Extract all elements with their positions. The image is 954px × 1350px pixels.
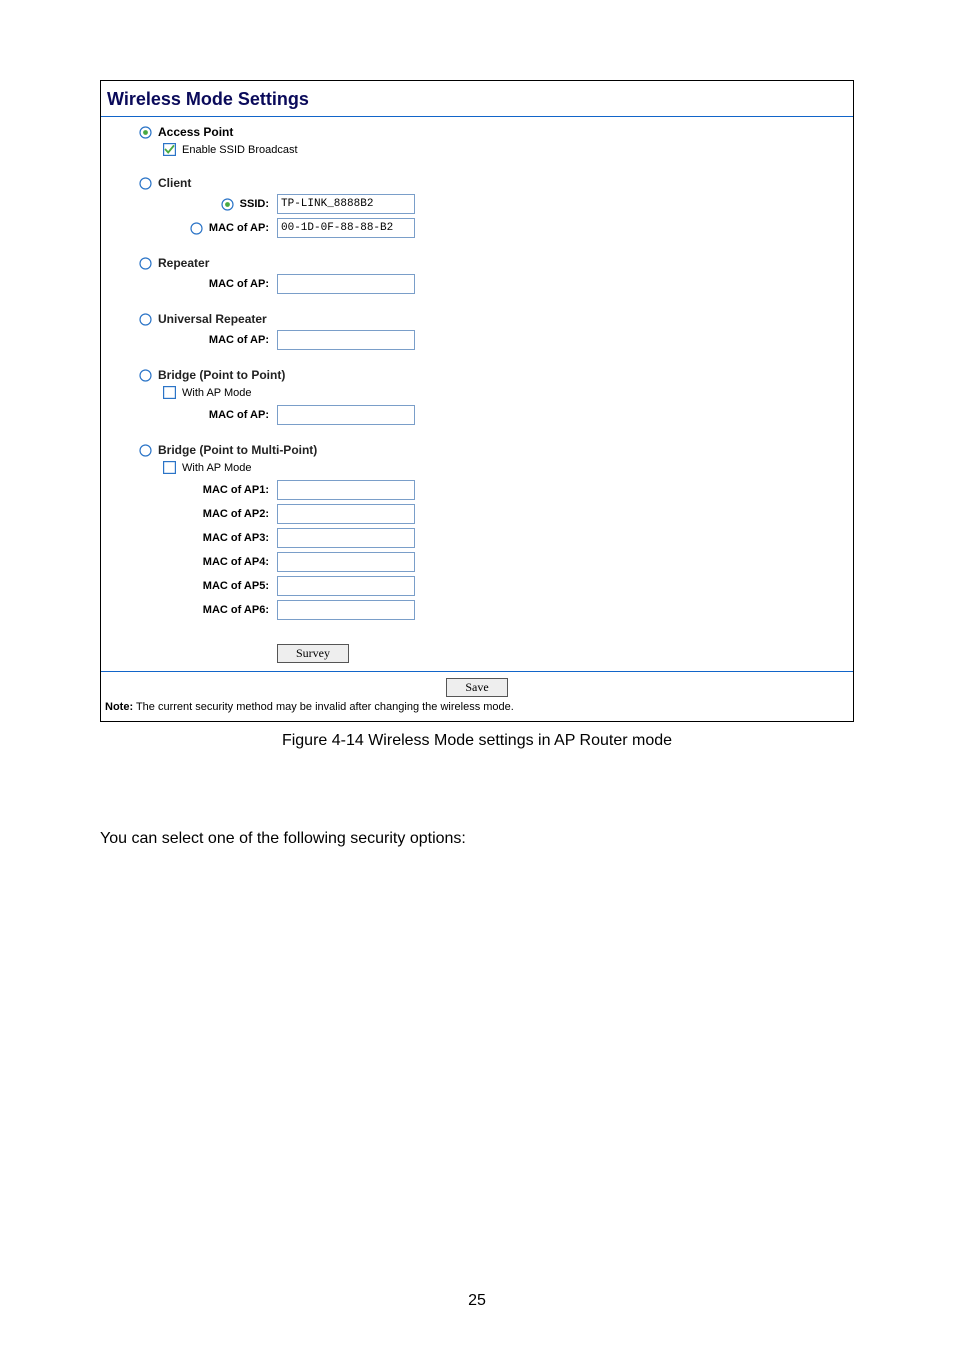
bridge-p2mp-with-ap-mode-label[interactable]: With AP Mode (182, 462, 252, 474)
check-on-icon[interactable] (163, 143, 176, 156)
wireless-mode-settings-panel: Wireless Mode Settings Access Point Enab… (100, 80, 854, 722)
universal-repeater-mac-input[interactable] (277, 330, 415, 350)
bridge-p2mp-mac6-label: MAC of AP6: (101, 604, 277, 616)
bridge-p2mp-mac1-label: MAC of AP1: (101, 484, 277, 496)
repeater-mac-label: MAC of AP: (101, 278, 277, 290)
bridge-p2mp-mac3-input[interactable] (277, 528, 415, 548)
bridge-p2mp-mac3-label: MAC of AP3: (101, 532, 277, 544)
mode-universal-repeater[interactable]: Universal Repeater (158, 312, 267, 326)
radio-off-icon[interactable] (139, 257, 152, 270)
client-ssid-input[interactable] (277, 194, 415, 214)
bridge-p2mp-mac6-input[interactable] (277, 600, 415, 620)
mode-bridge-p2mp[interactable]: Bridge (Point to Multi-Point) (158, 443, 317, 457)
bridge-p2mp-mac1-input[interactable] (277, 480, 415, 500)
panel-title: Wireless Mode Settings (101, 81, 853, 116)
note-prefix: Note: (105, 701, 133, 713)
mode-repeater[interactable]: Repeater (158, 256, 209, 270)
save-button[interactable]: Save (446, 678, 507, 697)
radio-off-icon[interactable] (139, 369, 152, 382)
client-mac-label: MAC of AP: (209, 222, 269, 234)
bridge-p2p-mac-label: MAC of AP: (101, 409, 277, 421)
bridge-p2mp-mac5-input[interactable] (277, 576, 415, 596)
enable-ssid-broadcast-label[interactable]: Enable SSID Broadcast (182, 144, 298, 156)
note-row: Note: The current security method may be… (101, 697, 853, 721)
note-text: The current security method may be inval… (133, 701, 514, 713)
survey-button[interactable]: Survey (277, 644, 349, 663)
divider (101, 671, 853, 672)
radio-off-icon[interactable] (139, 444, 152, 457)
client-ssid-label: SSID: (240, 198, 269, 210)
bridge-p2mp-mac4-input[interactable] (277, 552, 415, 572)
radio-on-icon[interactable] (139, 126, 152, 139)
body-text: You can select one of the following secu… (100, 830, 854, 848)
client-mac-input[interactable] (277, 218, 415, 238)
radio-off-icon[interactable] (139, 177, 152, 190)
radio-on-icon[interactable] (221, 198, 234, 211)
page-number: 25 (0, 1292, 954, 1310)
divider (101, 116, 853, 117)
universal-repeater-mac-label: MAC of AP: (101, 334, 277, 346)
mode-client[interactable]: Client (158, 176, 191, 190)
mode-access-point[interactable]: Access Point (158, 125, 233, 139)
check-off-icon[interactable] (163, 386, 176, 399)
mode-bridge-p2p[interactable]: Bridge (Point to Point) (158, 368, 285, 382)
radio-off-icon[interactable] (139, 313, 152, 326)
bridge-p2p-mac-input[interactable] (277, 405, 415, 425)
repeater-mac-input[interactable] (277, 274, 415, 294)
check-off-icon[interactable] (163, 461, 176, 474)
bridge-p2mp-mac2-label: MAC of AP2: (101, 508, 277, 520)
bridge-p2p-with-ap-mode-label[interactable]: With AP Mode (182, 387, 252, 399)
bridge-p2mp-mac2-input[interactable] (277, 504, 415, 524)
bridge-p2mp-mac4-label: MAC of AP4: (101, 556, 277, 568)
figure-caption: Figure 4-14 Wireless Mode settings in AP… (100, 732, 854, 750)
bridge-p2mp-mac5-label: MAC of AP5: (101, 580, 277, 592)
radio-off-icon[interactable] (190, 222, 203, 235)
